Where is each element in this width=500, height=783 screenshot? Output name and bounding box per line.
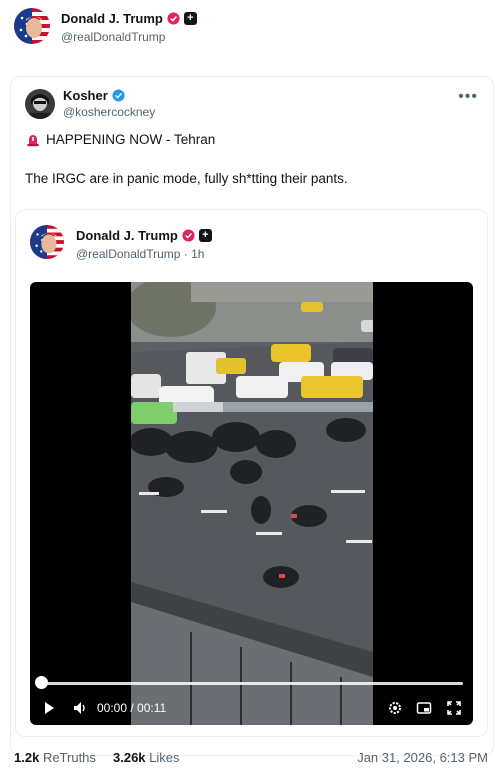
quoted-author-name-row[interactable]: Kosher xyxy=(63,88,125,103)
play-icon[interactable] xyxy=(42,701,56,715)
inner-author-avatar[interactable] xyxy=(30,225,64,259)
plus-icon: + xyxy=(198,229,212,242)
siren-icon xyxy=(27,134,39,146)
inner-author-handle[interactable]: @realDonaldTrump · 1h xyxy=(76,247,204,261)
video-player[interactable]: 00:00 / 00:11 xyxy=(30,282,473,725)
post-card: Donald J. Trump + @realDonaldTrump Koshe… xyxy=(0,0,500,783)
volume-icon[interactable] xyxy=(72,700,88,716)
inner-author-name-row[interactable]: Donald J. Trump + xyxy=(76,228,212,243)
fullscreen-icon[interactable] xyxy=(446,700,462,716)
quoted-author-name[interactable]: Kosher xyxy=(63,88,108,103)
author-name[interactable]: Donald J. Trump xyxy=(61,11,163,26)
video-progress-track[interactable] xyxy=(42,682,463,685)
settings-icon[interactable] xyxy=(387,700,403,716)
author-name-row[interactable]: Donald J. Trump + xyxy=(61,11,197,26)
more-options-icon[interactable]: ••• xyxy=(458,88,478,106)
verified-badge-icon xyxy=(182,229,195,242)
quoted-headline: HAPPENING NOW - Tehran xyxy=(46,132,216,147)
verified-badge-icon xyxy=(112,89,125,102)
video-time: 00:00 / 00:11 xyxy=(97,701,167,715)
quoted-text-line1: HAPPENING NOW - Tehran xyxy=(26,132,215,147)
likes-label: Likes xyxy=(149,750,180,765)
retruths-count: 1.2k xyxy=(14,750,40,765)
quoted-author-avatar[interactable] xyxy=(25,89,55,119)
likes-stat[interactable]: 3.26k Likes xyxy=(113,750,180,765)
author-handle[interactable]: @realDonaldTrump xyxy=(61,30,165,44)
quoted-text-line2: The IRGC are in panic mode, fully sh*tti… xyxy=(25,171,348,186)
retruths-label: ReTruths xyxy=(42,750,96,765)
picture-in-picture-icon[interactable] xyxy=(416,700,432,716)
retruths-stat[interactable]: 1.2k ReTruths xyxy=(14,750,96,765)
inner-author-name[interactable]: Donald J. Trump xyxy=(76,228,178,243)
quoted-author-handle[interactable]: @koshercockney xyxy=(63,105,155,119)
likes-count: 3.26k xyxy=(113,750,146,765)
plus-icon: + xyxy=(183,12,197,25)
video-progress-handle[interactable] xyxy=(35,676,48,689)
video-frame xyxy=(131,282,373,725)
verified-badge-icon xyxy=(167,12,180,25)
author-avatar[interactable] xyxy=(14,8,50,44)
post-date[interactable]: Jan 31, 2026, 6:13 PM xyxy=(357,750,488,765)
